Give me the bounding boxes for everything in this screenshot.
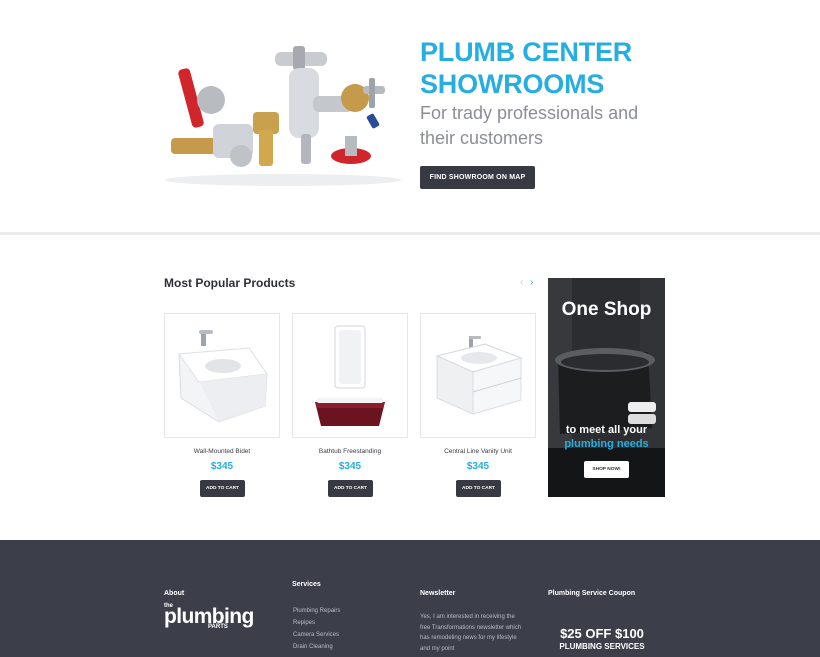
services-link[interactable]: Drain Cleaning bbox=[293, 641, 340, 653]
product-name[interactable]: Bathtub Freestanding bbox=[292, 448, 408, 455]
product-price: $345 bbox=[466, 461, 490, 472]
product-image-vanity[interactable] bbox=[420, 313, 536, 438]
banner-line1: to meet all your bbox=[565, 424, 648, 436]
shop-now-button[interactable]: SHOP NOW! bbox=[584, 461, 629, 478]
find-showroom-button[interactable]: FIND SHOWROOM ON MAP bbox=[420, 166, 535, 189]
coupon-subtitle: PLUMBING SERVICES bbox=[559, 642, 645, 651]
add-to-cart-button[interactable]: ADD TO CART bbox=[456, 480, 501, 497]
services-list: Plumbing Repairs Repipes Camera Services… bbox=[293, 605, 340, 653]
plumbing-valves-image bbox=[165, 46, 401, 186]
hero-subtitle: For trady professionals and their custom… bbox=[420, 103, 639, 148]
logo-parts: PARTS bbox=[208, 624, 228, 630]
vanity-unit-icon bbox=[435, 336, 523, 415]
footer: About the plumbing PARTS Services Plumbi… bbox=[0, 540, 820, 657]
bidet-icon bbox=[178, 330, 268, 423]
product-image-bathtub[interactable] bbox=[292, 313, 408, 438]
banner-title: One Shop bbox=[561, 299, 652, 320]
services-link[interactable]: Plumbing Repairs bbox=[293, 605, 340, 617]
footer-coupon-heading: Plumbing Service Coupon bbox=[548, 590, 636, 597]
services-link[interactable]: Repipes bbox=[293, 617, 340, 629]
promo-banner[interactable]: One Shop to meet all your plumbing needs… bbox=[548, 278, 665, 497]
product-price: $345 bbox=[210, 461, 234, 472]
section-divider bbox=[0, 232, 820, 235]
bathtub-icon bbox=[315, 325, 385, 426]
hero-title: PLUMB CENTER SHOWROOMS bbox=[420, 37, 633, 99]
carousel-next-icon[interactable]: › bbox=[530, 278, 533, 288]
footer-newsletter-heading: Newsletter bbox=[420, 590, 456, 597]
banner-line2: plumbing needs bbox=[564, 438, 649, 450]
hero-section: PLUMB CENTER SHOWROOMS For trady profess… bbox=[0, 0, 820, 232]
product-image-bidet[interactable] bbox=[164, 313, 280, 438]
section-title: Most Popular Products bbox=[164, 276, 296, 290]
footer-about-heading: About bbox=[164, 590, 185, 597]
coupon-amount: $25 OFF $100 bbox=[560, 626, 644, 641]
product-name[interactable]: Wall-Mounted Bidet bbox=[164, 448, 280, 455]
footer-services-heading: Services bbox=[292, 581, 321, 588]
product-price: $345 bbox=[338, 461, 362, 472]
add-to-cart-button[interactable]: ADD TO CART bbox=[200, 480, 245, 497]
add-to-cart-button[interactable]: ADD TO CART bbox=[328, 480, 373, 497]
carousel-prev-icon[interactable]: ‹ bbox=[520, 278, 523, 288]
product-name[interactable]: Central Line Vanity Unit bbox=[420, 448, 536, 455]
newsletter-text: Yes, I am interested in receiving the fr… bbox=[420, 614, 522, 652]
services-link[interactable]: Camera Services bbox=[293, 629, 340, 641]
